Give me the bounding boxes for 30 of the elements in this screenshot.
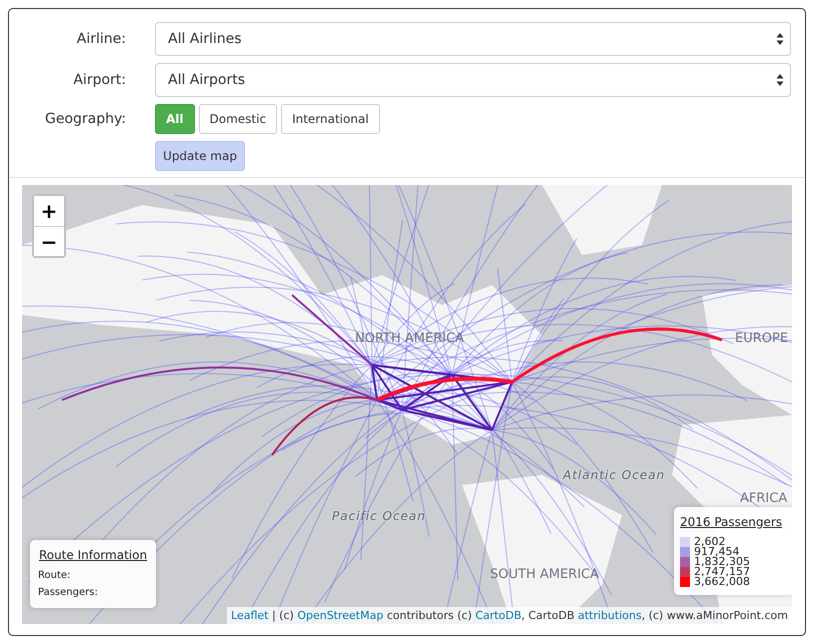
legend-title: 2016 Passengers	[680, 515, 784, 529]
dropdown-select[interactable]: All Airlines	[155, 22, 791, 56]
legend-value: 3,662,008	[694, 577, 750, 587]
geography-toggle-button[interactable]: Domestic	[198, 104, 278, 134]
field-label: Airport:	[72, 72, 126, 88]
dropdown-select[interactable]: All Airports	[155, 63, 791, 97]
legend-value: 2,747,157	[694, 567, 750, 577]
legend-value: 917,454	[694, 547, 740, 557]
ocean-label: Pacific Ocean	[332, 509, 426, 523]
sort-arrows-icon	[776, 32, 784, 46]
attribution-link[interactable]: CartoDB	[475, 609, 522, 622]
ocean-label: Atlantic Ocean	[563, 468, 666, 482]
field-label: Geography:	[44, 111, 126, 127]
region-label: SOUTH AMERICA	[490, 567, 600, 582]
field-label: Airline:	[76, 31, 126, 47]
region-label: EUROPE	[735, 331, 788, 346]
route-info-title: Route Information	[38, 548, 148, 562]
legend-value: 1,832,305	[694, 557, 750, 567]
route-info-field: Route:	[38, 570, 148, 581]
attribution-link[interactable]: OpenStreetMap	[297, 609, 384, 622]
update-map-button[interactable]: Update map	[155, 141, 245, 171]
zoom-out-button[interactable]: −	[34, 226, 64, 256]
region-label: AFRICA	[740, 491, 788, 506]
legend-value: 2,602	[694, 537, 726, 547]
attribution-link[interactable]: Leaflet	[231, 609, 268, 622]
route-info-field: Passengers:	[38, 587, 148, 598]
map-attribution: Leaflet | (c) OpenStreetMap contributors (c) CartoDB, CartoDB attributions, (c) www.aMinorPoint.com	[227, 607, 792, 624]
geography-toggle-button[interactable]: International	[281, 104, 380, 134]
attribution-link[interactable]: attributions	[578, 609, 642, 622]
sort-arrows-icon	[776, 73, 784, 87]
